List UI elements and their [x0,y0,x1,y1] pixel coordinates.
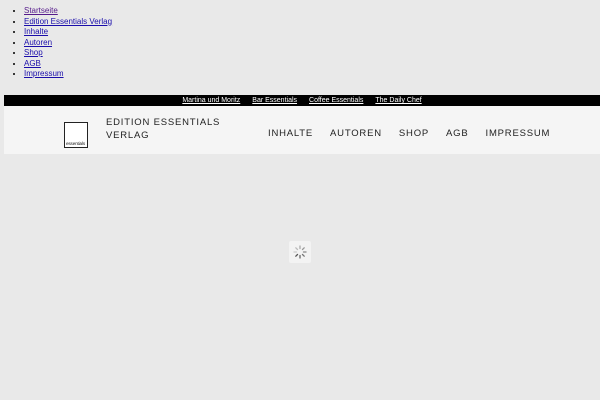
site-header: essentials EDITION ESSENTIALS VERLAG INH… [4,106,600,154]
skip-item-agb: AGB [24,59,112,70]
skip-item-inhalte: Inhalte [24,27,112,38]
spinner-icon [293,245,307,259]
skip-item-shop: Shop [24,48,112,59]
logo-text: essentials [66,141,86,146]
topbar-link-the-daily-chef[interactable]: The Daily Chef [375,97,421,104]
essentials-logo[interactable]: essentials [64,122,88,148]
topbar-link-bar-essentials[interactable]: Bar Essentials [252,97,297,104]
nav-item-agb[interactable]: AGB [446,128,468,139]
nav-item-shop[interactable]: SHOP [399,128,429,139]
loading-spinner [289,241,311,263]
main-navigation: INHALTE AUTOREN SHOP AGB IMPRESSUM [268,128,550,139]
skip-item-impressum: Impressum [24,69,112,80]
skip-navigation-list: Startseite Edition Essentials Verlag Inh… [0,6,112,80]
nav-item-impressum[interactable]: IMPRESSUM [486,128,551,139]
skip-link-impressum[interactable]: Impressum [24,69,64,78]
skip-link-shop[interactable]: Shop [24,48,43,57]
topbar-link-coffee-essentials[interactable]: Coffee Essentials [309,97,363,104]
topbar-link-martina-und-moritz[interactable]: Martina und Moritz [182,97,240,104]
brand-name[interactable]: EDITION ESSENTIALS VERLAG [106,117,220,142]
brand-line-1: EDITION ESSENTIALS [106,117,221,128]
skip-link-verlag[interactable]: Edition Essentials Verlag [24,17,112,26]
skip-link-autoren[interactable]: Autoren [24,38,52,47]
skip-link-startseite[interactable]: Startseite [24,6,58,15]
skip-link-agb[interactable]: AGB [24,59,41,68]
nav-item-autoren[interactable]: AUTOREN [330,128,382,139]
brand-line-2: VERLAG [106,129,150,141]
skip-link-inhalte[interactable]: Inhalte [24,27,48,36]
top-site-bar: Martina und Moritz Bar Essentials Coffee… [4,95,600,106]
skip-item-startseite: Startseite [24,6,112,17]
nav-item-inhalte[interactable]: INHALTE [268,128,313,139]
skip-item-verlag: Edition Essentials Verlag [24,17,112,28]
skip-item-autoren: Autoren [24,38,112,49]
